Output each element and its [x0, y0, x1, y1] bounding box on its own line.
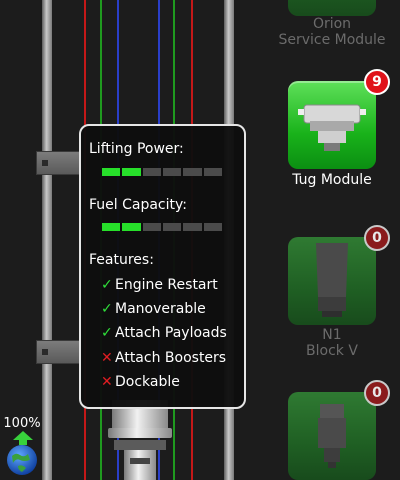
- rocket-engine-stack[interactable]: [100, 400, 180, 480]
- module-info-panel: Lifting Power: Fuel Capacity: Features: …: [79, 124, 246, 409]
- module-n1-block-v[interactable]: 0: [288, 225, 390, 325]
- zoom-level-label: 100%: [3, 416, 41, 431]
- feature-label: Engine Restart: [115, 277, 218, 293]
- cross-icon: ✕: [101, 350, 113, 366]
- rail-clamp-lower: [36, 340, 82, 364]
- module-n1-label: N1 Block V: [262, 327, 400, 359]
- meter-segment: [102, 168, 121, 176]
- meter-segment: [142, 168, 161, 176]
- module-name-line1: Orion: [312, 16, 352, 32]
- meter-segment: [102, 223, 121, 231]
- launch-rail-left: [42, 0, 52, 480]
- feature-item: ✕ Dockable: [101, 374, 180, 392]
- feature-item: ✕ Attach Boosters: [101, 350, 226, 368]
- check-icon: ✓: [101, 277, 113, 293]
- meter-segment: [203, 223, 222, 231]
- module-name-line1: N1: [322, 327, 342, 343]
- module-tug-count-badge: 9: [364, 69, 390, 95]
- meter-segment: [183, 168, 202, 176]
- meter-segment: [142, 223, 161, 231]
- module-n1-count-badge: 0: [364, 225, 390, 251]
- module-unnamed-count-badge: 0: [364, 380, 390, 406]
- feature-label: Manoverable: [115, 301, 206, 317]
- meter-segment: [162, 168, 182, 176]
- module-unnamed[interactable]: 0: [288, 380, 390, 480]
- feature-label: Attach Payloads: [115, 325, 227, 341]
- meter-segment: [203, 168, 222, 176]
- feature-item: ✓ Engine Restart: [101, 277, 218, 295]
- cross-icon: ✕: [101, 374, 113, 390]
- lifting-power-label: Lifting Power:: [89, 141, 184, 157]
- n1-block-v-icon: [316, 243, 348, 317]
- fuel-capacity-label: Fuel Capacity:: [89, 197, 187, 213]
- tug-module-icon: [298, 104, 366, 151]
- meter-segment: [122, 168, 141, 176]
- features-label: Features:: [89, 252, 154, 268]
- rail-clamp-upper: [36, 151, 82, 175]
- module-tug[interactable]: 9: [288, 69, 390, 169]
- check-icon: ✓: [101, 301, 113, 317]
- module-name-line2: Block V: [306, 343, 358, 359]
- globe-icon[interactable]: [6, 444, 38, 476]
- arrow-up-icon[interactable]: [13, 431, 33, 445]
- lifting-power-meter: [102, 168, 222, 176]
- module-orion-service[interactable]: [288, 0, 376, 16]
- meter-segment: [162, 223, 182, 231]
- fuel-capacity-meter: [102, 223, 222, 231]
- module-unnamed-icon: [318, 404, 346, 468]
- feature-label: Attach Boosters: [115, 350, 227, 366]
- module-name-line1: Tug Module: [292, 172, 372, 188]
- module-orion-service-label: Orion Service Module: [262, 16, 400, 48]
- meter-segment: [122, 223, 141, 231]
- meter-segment: [183, 223, 202, 231]
- check-icon: ✓: [101, 325, 113, 341]
- module-name-line2: Service Module: [278, 32, 386, 48]
- feature-item: ✓ Attach Payloads: [101, 325, 227, 343]
- module-tug-label: Tug Module: [262, 172, 400, 188]
- feature-item: ✓ Manoverable: [101, 301, 206, 319]
- launch-pad-view: Orion Service Module 9 Tug Module 0 N1 B…: [0, 0, 400, 480]
- feature-label: Dockable: [115, 374, 180, 390]
